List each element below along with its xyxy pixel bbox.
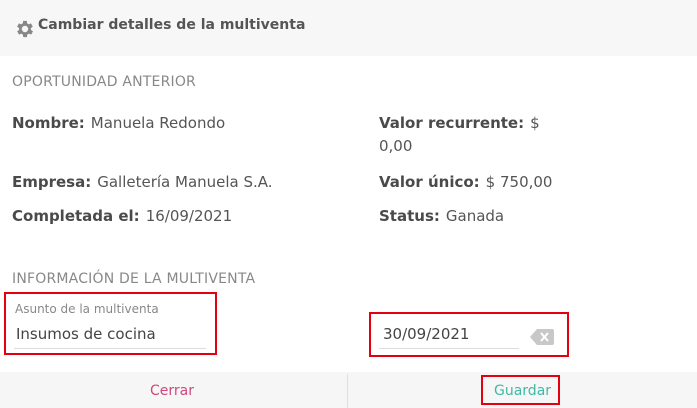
subject-input[interactable]: Insumos de cocina [16, 325, 156, 343]
field-company: Empresa: Galletería Manuela S.A. [12, 171, 273, 194]
field-completed: Completada el: 16/09/2021 [12, 205, 232, 228]
footer-divider [347, 374, 348, 408]
field-name: Nombre: Manuela Redondo [12, 112, 225, 135]
unique-value: $ 750,00 [485, 173, 553, 191]
completed-value: 16/09/2021 [145, 207, 233, 225]
date-underline [379, 348, 519, 349]
completed-label: Completada el: [12, 207, 140, 225]
close-button[interactable]: Cerrar [150, 383, 194, 399]
field-unique-value: Valor único: $ 750,00 [379, 171, 552, 194]
gear-icon [17, 20, 33, 38]
section-multisale-info: INFORMACIÓN DE LA MULTIVENTA [12, 271, 256, 287]
company-label: Empresa: [12, 173, 92, 191]
company-value: Galletería Manuela S.A. [97, 173, 273, 191]
recurring-value-amount: 0,00 [379, 137, 413, 155]
modal-title: Cambiar detalles de la multiventa [38, 17, 306, 33]
save-button[interactable]: Guardar [494, 383, 551, 399]
subject-underline [14, 348, 206, 349]
subject-label: Asunto de la multiventa [15, 302, 159, 316]
backspace-clear-icon[interactable] [530, 329, 554, 345]
name-value: Manuela Redondo [90, 114, 226, 132]
modal-header: Cambiar detalles de la multiventa [0, 0, 697, 56]
section-previous-opportunity: OPORTUNIDAD ANTERIOR [12, 74, 196, 90]
recurring-label: Valor recurrente: [379, 114, 525, 132]
modal-footer [0, 372, 697, 408]
date-input[interactable]: 30/09/2021 [383, 325, 469, 343]
unique-label: Valor único: [379, 173, 480, 191]
status-value: Ganada [445, 207, 505, 225]
field-recurring-value: Valor recurrente: $ 0,00 [379, 112, 579, 158]
name-label: Nombre: [12, 114, 85, 132]
status-label: Status: [379, 207, 440, 225]
recurring-value-currency: $ [530, 114, 540, 132]
field-status: Status: Ganada [379, 205, 504, 228]
